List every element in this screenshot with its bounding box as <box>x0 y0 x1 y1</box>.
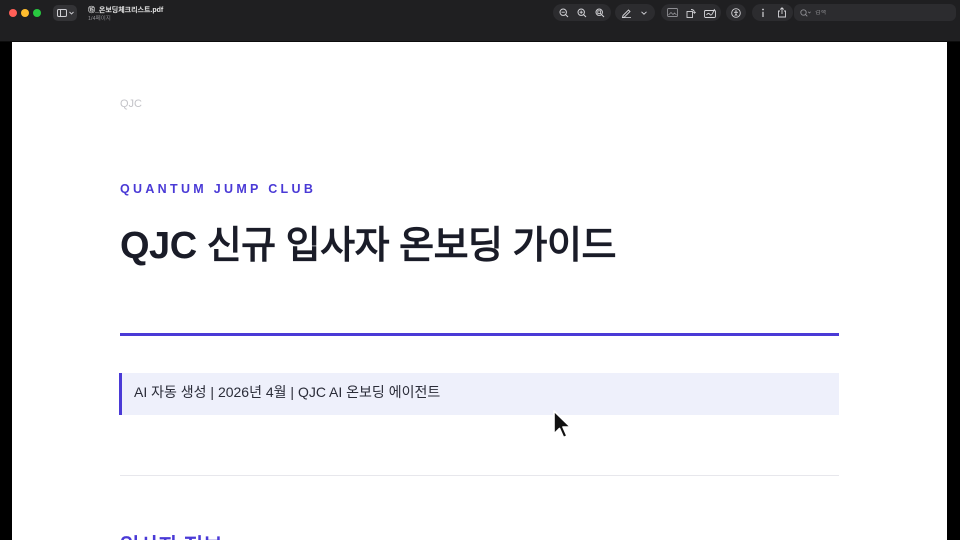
search-field[interactable] <box>794 4 956 21</box>
close-window-button[interactable] <box>9 9 17 17</box>
zoom-controls <box>553 4 611 21</box>
zoom-in-icon <box>577 7 587 17</box>
rotate-icon <box>686 8 696 18</box>
markup-button[interactable] <box>619 6 633 20</box>
sign-button[interactable] <box>703 6 717 20</box>
maximize-window-button[interactable] <box>33 9 41 17</box>
minimize-window-button[interactable] <box>21 9 29 17</box>
page-header-mark: QJC <box>120 98 142 110</box>
share-button[interactable] <box>775 6 789 20</box>
rotate-button[interactable] <box>684 6 698 20</box>
zoom-fit-button[interactable] <box>593 6 607 20</box>
eyebrow-label: QUANTUM JUMP CLUB <box>120 182 317 196</box>
mouse-cursor-icon <box>553 410 572 439</box>
edit-controls <box>661 4 721 21</box>
accessibility-controls <box>726 4 746 21</box>
zoom-in-button[interactable] <box>575 6 589 20</box>
chevron-down-icon <box>641 10 647 15</box>
image-icon <box>666 8 678 17</box>
meta-text: AI 자동 생성 | 2026년 4월 | QJC AI 온보딩 에이전트 <box>134 384 441 400</box>
section-divider <box>120 475 839 476</box>
window-toolbar: ⑮_온보딩체크리스트.pdf 1/4페이지 <box>0 0 960 42</box>
zoom-out-icon <box>559 7 569 17</box>
sidebar-toggle-button[interactable] <box>53 5 77 21</box>
markup-controls <box>615 4 655 21</box>
page-count: 1/4페이지 <box>88 16 111 22</box>
search-icon <box>800 8 811 17</box>
zoom-out-button[interactable] <box>557 6 571 20</box>
share-icon <box>778 7 786 18</box>
section-heading: 입사자 정보 <box>120 530 222 540</box>
accessibility-icon <box>731 7 741 18</box>
insert-image-button[interactable] <box>665 6 679 20</box>
zoom-fit-icon <box>595 7 605 17</box>
sidebar-icon <box>56 9 67 17</box>
accent-divider <box>120 333 839 336</box>
info-button[interactable] <box>756 6 770 20</box>
info-icon <box>762 8 764 17</box>
info-share-controls <box>752 4 793 21</box>
markup-options-button[interactable] <box>637 6 651 20</box>
search-input[interactable] <box>815 9 935 16</box>
accessibility-button[interactable] <box>729 6 743 20</box>
page-title: QJC 신규 입사자 온보딩 가이드 <box>120 225 616 267</box>
window-controls <box>9 9 41 17</box>
chevron-down-icon <box>68 11 74 15</box>
markup-pen-icon <box>621 8 631 18</box>
pdf-page[interactable]: QJC QUANTUM JUMP CLUB QJC 신규 입사자 온보딩 가이드… <box>12 42 947 540</box>
meta-callout: AI 자동 생성 | 2026년 4월 | QJC AI 온보딩 에이전트 <box>119 373 839 415</box>
sign-icon <box>704 8 716 18</box>
